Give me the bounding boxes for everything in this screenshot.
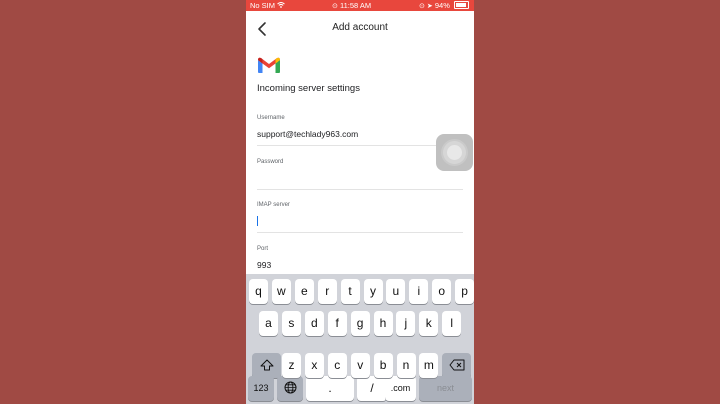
- key-z[interactable]: z: [282, 353, 301, 378]
- key-j[interactable]: j: [396, 311, 416, 336]
- key-m[interactable]: m: [419, 353, 439, 378]
- key-n[interactable]: n: [396, 353, 416, 378]
- delete-key[interactable]: [442, 353, 471, 378]
- key-y[interactable]: y: [363, 279, 383, 304]
- dotcom-key[interactable]: .com: [385, 376, 416, 401]
- text-cursor: [257, 216, 258, 226]
- port-field[interactable]: Port 993: [257, 246, 463, 272]
- key-h[interactable]: h: [373, 311, 393, 336]
- assistive-touch-button[interactable]: [436, 134, 473, 171]
- key-k[interactable]: k: [419, 311, 439, 336]
- key-w[interactable]: w: [271, 279, 291, 304]
- password-label: Password: [257, 159, 284, 165]
- port-label: Port: [257, 246, 269, 252]
- key-p[interactable]: p: [455, 279, 474, 304]
- shift-key[interactable]: [252, 353, 281, 378]
- backspace-icon: [449, 359, 464, 371]
- password-input[interactable]: [257, 173, 463, 185]
- key-r[interactable]: r: [317, 279, 337, 304]
- slash-key[interactable]: /: [357, 376, 387, 401]
- page-title: Add account: [332, 22, 388, 33]
- key-i[interactable]: i: [409, 279, 429, 304]
- gmail-logo: [257, 56, 281, 74]
- key-t[interactable]: t: [340, 279, 360, 304]
- key-d[interactable]: d: [304, 311, 324, 336]
- section-heading: Incoming server settings: [257, 83, 360, 94]
- battery-fill: [456, 3, 466, 7]
- battery-icon: [454, 1, 469, 9]
- key-q[interactable]: q: [249, 279, 268, 304]
- globe-key[interactable]: [277, 376, 303, 401]
- status-left: No SIM: [250, 1, 285, 10]
- key-v[interactable]: v: [350, 353, 370, 378]
- key-g[interactable]: g: [350, 311, 370, 336]
- wifi-icon: [277, 2, 285, 10]
- imap-server-input[interactable]: [257, 216, 463, 228]
- key-f[interactable]: f: [327, 311, 347, 336]
- dot-key[interactable]: .: [306, 376, 354, 401]
- key-e[interactable]: e: [294, 279, 314, 304]
- phone-screen: No SIM ⊙ 11:58 AM ⊙ ➤ 94% Add account In…: [246, 0, 474, 404]
- clock-label: 11:58 AM: [339, 1, 372, 10]
- keyboard: 123 . / .com next qwertyuiop asdfghjkl zxc…: [246, 274, 474, 404]
- username-underline: [257, 145, 463, 146]
- key-b[interactable]: b: [373, 353, 393, 378]
- key-o[interactable]: o: [432, 279, 452, 304]
- password-field[interactable]: Password: [257, 159, 463, 190]
- key-l[interactable]: l: [442, 311, 462, 336]
- carrier-label: No SIM: [250, 1, 276, 10]
- password-underline: [257, 189, 463, 190]
- next-key[interactable]: next: [419, 376, 472, 401]
- assistive-touch-core: [447, 145, 462, 160]
- key-s[interactable]: s: [281, 311, 301, 336]
- port-input[interactable]: 993: [257, 260, 463, 272]
- username-label: Username: [257, 115, 285, 121]
- imap-server-underline: [257, 232, 463, 233]
- key-x[interactable]: x: [304, 353, 324, 378]
- alarm-icon: ⊙: [332, 3, 338, 10]
- username-input[interactable]: support@techlady963.com: [257, 129, 463, 141]
- status-bar: No SIM ⊙ 11:58 AM ⊙ ➤ 94%: [246, 0, 474, 11]
- location-icon: ➤: [426, 3, 433, 10]
- battery-percent: 94%: [434, 1, 450, 10]
- username-field[interactable]: Username support@techlady963.com: [257, 115, 463, 146]
- imap-server-field[interactable]: IMAP server: [257, 202, 463, 233]
- shift-icon: [260, 359, 273, 371]
- key-c[interactable]: c: [327, 353, 347, 378]
- status-right: ⊙ ➤ 94%: [419, 1, 469, 10]
- orientation-lock-icon: ⊙: [418, 3, 425, 10]
- status-center: ⊙ 11:58 AM: [332, 1, 371, 10]
- key-a[interactable]: a: [259, 311, 278, 336]
- imap-server-label: IMAP server: [257, 202, 290, 208]
- globe-icon: [284, 381, 296, 394]
- numbers-key[interactable]: 123: [248, 376, 274, 401]
- app-bar: Add account: [246, 12, 474, 46]
- key-u[interactable]: u: [386, 279, 406, 304]
